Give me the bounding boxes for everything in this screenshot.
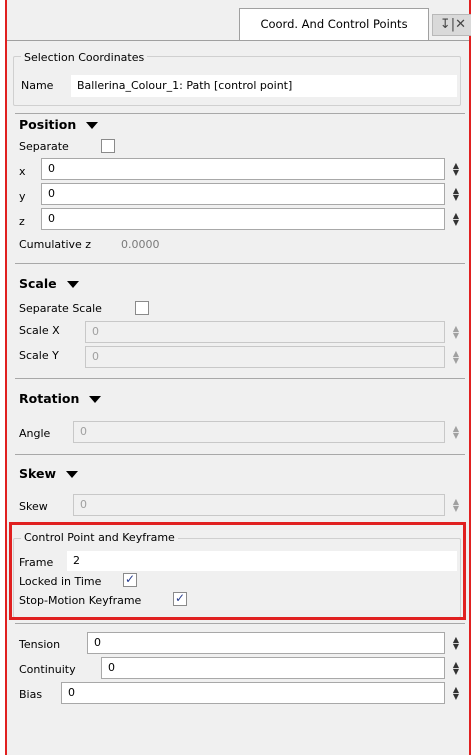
tension-label: Tension xyxy=(19,638,61,651)
z-spinner-icon[interactable]: ▲ ▼ xyxy=(451,212,461,227)
scale-section-header[interactable]: Scale xyxy=(19,276,79,291)
scale-title: Scale xyxy=(19,276,57,291)
y-input[interactable]: 0 xyxy=(41,183,445,205)
dock-close-icon[interactable]: ↧|✕ xyxy=(432,14,471,36)
scale-y-label: Scale Y xyxy=(19,349,59,362)
collapse-triangle-icon[interactable] xyxy=(86,122,99,129)
z-input[interactable]: 0 xyxy=(41,208,445,230)
skew-label: Skew xyxy=(19,500,48,513)
skew-section-header[interactable]: Skew xyxy=(19,466,79,481)
continuity-spinner-icon[interactable]: ▲ ▼ xyxy=(451,661,461,676)
position-title: Position xyxy=(19,117,77,132)
selection-coordinates-title: Selection Coordinates xyxy=(21,51,148,64)
rotation-title: Rotation xyxy=(19,391,80,406)
cumulative-z-value: 0.0000 xyxy=(121,238,160,251)
tension-spinner-icon[interactable]: ▲ ▼ xyxy=(451,636,461,651)
tab-bar: Coord. And Control Points ↧|✕ xyxy=(7,0,471,40)
divider xyxy=(15,623,465,624)
tab-coord-control-points[interactable]: Coord. And Control Points xyxy=(239,8,429,40)
coord-control-points-panel: Coord. And Control Points ↧|✕ Selection … xyxy=(0,0,471,755)
divider xyxy=(15,454,465,455)
scale-y-input: 0 xyxy=(85,346,445,368)
z-label: z xyxy=(19,215,25,228)
x-label: x xyxy=(19,165,26,178)
name-value: Ballerina_Colour_1: Path [control point] xyxy=(71,75,457,97)
bias-input[interactable]: 0 xyxy=(61,682,445,704)
scale-x-input: 0 xyxy=(85,321,445,343)
y-label: y xyxy=(19,190,26,203)
angle-spinner-icon: ▲ ▼ xyxy=(452,424,460,440)
highlight-box xyxy=(9,522,466,620)
skew-spinner-icon: ▲ ▼ xyxy=(452,497,460,513)
separate-scale-label: Separate Scale xyxy=(19,302,102,315)
scale-x-label: Scale X xyxy=(19,324,60,337)
divider xyxy=(15,263,465,264)
rotation-section-header[interactable]: Rotation xyxy=(19,391,102,406)
x-spinner-icon[interactable]: ▲ ▼ xyxy=(451,162,461,177)
continuity-input[interactable]: 0 xyxy=(101,657,445,679)
bias-label: Bias xyxy=(19,688,43,701)
skew-input: 0 xyxy=(73,494,445,516)
divider xyxy=(15,378,465,379)
position-section-header[interactable]: Position xyxy=(19,117,99,132)
divider xyxy=(15,113,465,114)
separate-label: Separate xyxy=(19,140,69,153)
separate-scale-checkbox[interactable] xyxy=(135,301,149,315)
bias-spinner-icon[interactable]: ▲ ▼ xyxy=(451,686,461,701)
scale-x-spinner-icon: ▲ ▼ xyxy=(452,324,460,340)
angle-label: Angle xyxy=(19,427,51,440)
continuity-label: Continuity xyxy=(19,663,76,676)
x-input[interactable]: 0 xyxy=(41,158,445,180)
panel-body: Selection Coordinates Name Ballerina_Col… xyxy=(7,40,469,755)
collapse-triangle-icon[interactable] xyxy=(66,281,79,288)
angle-input: 0 xyxy=(73,421,445,443)
y-spinner-icon[interactable]: ▲ ▼ xyxy=(451,187,461,202)
tension-input[interactable]: 0 xyxy=(87,632,445,654)
name-label: Name xyxy=(21,79,54,92)
scale-y-spinner-icon: ▲ ▼ xyxy=(452,349,460,365)
skew-title: Skew xyxy=(19,466,57,481)
collapse-triangle-icon[interactable] xyxy=(66,471,79,478)
collapse-triangle-icon[interactable] xyxy=(89,396,102,403)
cumulative-z-label: Cumulative z xyxy=(19,238,92,251)
separate-checkbox[interactable] xyxy=(101,139,115,153)
